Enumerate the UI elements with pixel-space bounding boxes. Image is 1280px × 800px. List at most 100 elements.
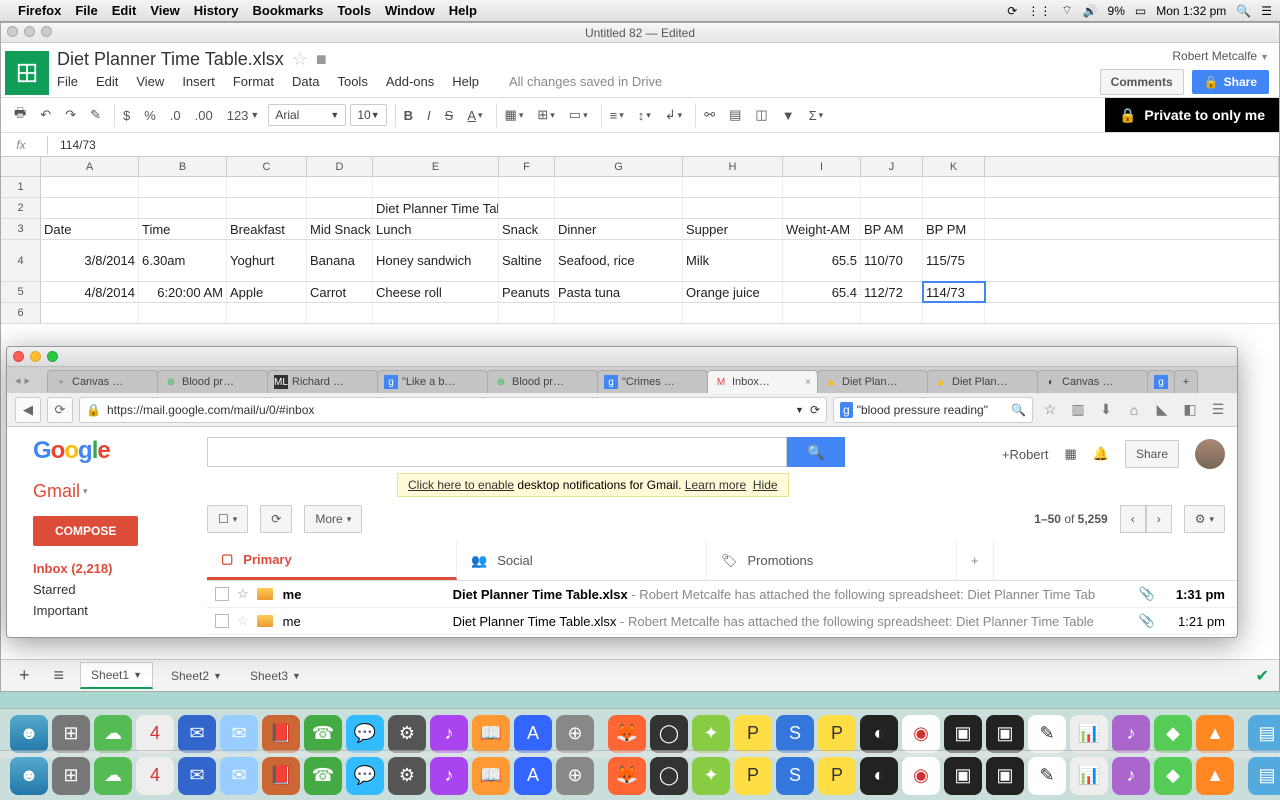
col-header[interactable]: C	[227, 157, 307, 176]
extension-icon[interactable]: ◧	[1179, 399, 1201, 421]
row-header[interactable]: 4	[1, 240, 41, 281]
dock-app-icon[interactable]: ◯	[650, 715, 688, 753]
halign-icon[interactable]: ≡▾	[601, 104, 629, 127]
home-icon[interactable]: ⌂	[1123, 399, 1145, 421]
textcolor-icon[interactable]: A▾	[462, 104, 487, 127]
hdr[interactable]: Mid Snack	[307, 219, 373, 239]
dock-app-icon[interactable]: ☎	[304, 715, 342, 753]
hdr[interactable]: Weight-AM	[783, 219, 861, 239]
hdr[interactable]: Supper	[683, 219, 783, 239]
nav-inbox[interactable]: Inbox (2,218)	[33, 558, 189, 579]
dock-app-icon[interactable]: ▤	[1248, 715, 1280, 753]
dock-app-icon[interactable]: 📕	[262, 757, 300, 795]
menubar-item[interactable]: View	[150, 3, 179, 18]
browser-tab[interactable]: ▲Diet Plan…	[927, 370, 1038, 393]
select-all-checkbox[interactable]: ☐ ▾	[207, 505, 248, 533]
avatar[interactable]	[1195, 439, 1225, 469]
hdr[interactable]: Time	[139, 219, 227, 239]
row-checkbox[interactable]	[215, 614, 229, 628]
merge-icon[interactable]: ▭▾	[564, 103, 593, 127]
cell[interactable]: 65.5	[783, 240, 861, 281]
tab-social[interactable]: 👥Social	[457, 541, 707, 580]
hdr[interactable]: BP AM	[861, 219, 923, 239]
cell[interactable]: Honey sandwich	[373, 240, 499, 281]
browser-tab[interactable]: ◐Canvas …	[1037, 370, 1148, 393]
sync-icon[interactable]: ⟳	[1007, 4, 1017, 18]
menubar-item[interactable]: History	[194, 3, 239, 18]
user-name[interactable]: Robert Metcalfe	[1172, 49, 1257, 63]
dock-app-icon[interactable]: ⊕	[556, 715, 594, 753]
dock-app-icon[interactable]: ✎	[1028, 715, 1066, 753]
menu-icon[interactable]: ☰	[1261, 4, 1272, 18]
dock-app-icon[interactable]: ▲	[1196, 715, 1234, 753]
comment-icon[interactable]: ▤	[724, 103, 746, 127]
star-icon[interactable]: ☆	[237, 586, 249, 602]
menubar-item[interactable]: Tools	[337, 3, 371, 18]
browser-search-input[interactable]: g"blood pressure reading"🔍	[833, 397, 1033, 423]
settings-button[interactable]: ⚙ ▾	[1184, 505, 1225, 533]
new-tab-button[interactable]: +	[1174, 370, 1198, 393]
cell[interactable]: Orange juice	[683, 282, 783, 302]
bold-icon[interactable]: B	[395, 104, 418, 127]
functions-icon[interactable]: Σ▾	[804, 104, 829, 127]
bluetooth-icon[interactable]: ⋮⋮	[1027, 4, 1051, 18]
dock-app-icon[interactable]: P	[734, 715, 772, 753]
col-header[interactable]: H	[683, 157, 783, 176]
sheet-tab[interactable]: Sheet3▼	[240, 664, 311, 688]
row-header[interactable]: 5	[1, 282, 41, 302]
chart-icon[interactable]: ◫	[750, 103, 772, 127]
italic-icon[interactable]: I	[422, 104, 436, 127]
cell[interactable]: Apple	[227, 282, 307, 302]
dock-app-icon[interactable]: ♪	[1112, 715, 1150, 753]
all-sheets-icon[interactable]: ≡	[46, 665, 73, 686]
valign-icon[interactable]: ↕▾	[633, 104, 656, 127]
dock-app-icon[interactable]: A	[514, 715, 552, 753]
dock-app-icon[interactable]: 📖	[472, 757, 510, 795]
dock-app-icon[interactable]: ☎	[304, 757, 342, 795]
gmail-label[interactable]: Gmail▾	[33, 481, 189, 502]
folder-icon[interactable]: ■	[316, 49, 327, 70]
menu-edit[interactable]: Edit	[96, 74, 118, 89]
row-header[interactable]: 6	[1, 303, 41, 323]
row-header[interactable]: 3	[1, 219, 41, 239]
more-button[interactable]: More ▾	[304, 505, 362, 533]
dock-app-icon[interactable]: ☁	[94, 757, 132, 795]
cell[interactable]: 115/75	[923, 240, 985, 281]
share-button[interactable]: 🔒Share	[1192, 70, 1269, 94]
cell[interactable]: 110/70	[861, 240, 923, 281]
dock-app-icon[interactable]: 📊	[1070, 715, 1108, 753]
hdr[interactable]: Date	[41, 219, 139, 239]
close-icon[interactable]	[13, 351, 24, 362]
dock-app-icon[interactable]: 📖	[472, 715, 510, 753]
col-header[interactable]: F	[499, 157, 555, 176]
dock-app-icon[interactable]: ♪	[430, 715, 468, 753]
sheet-tab[interactable]: Sheet1▼	[80, 662, 153, 689]
col-header[interactable]: B	[139, 157, 227, 176]
doc-title[interactable]: Diet Planner Time Table.xlsx	[57, 49, 284, 70]
dock-finder-icon[interactable]: ☻	[10, 715, 48, 753]
cell[interactable]: Cheese roll	[373, 282, 499, 302]
cell[interactable]: Seafood, rice	[555, 240, 683, 281]
learn-more-link[interactable]: Learn more	[685, 478, 746, 492]
prev-page-button[interactable]: ‹	[1120, 505, 1146, 533]
dock-app-icon[interactable]: ✎	[1028, 757, 1066, 795]
dock-app-icon[interactable]: ✉	[178, 715, 216, 753]
menubar-item[interactable]: Help	[449, 3, 477, 18]
hide-link[interactable]: Hide	[753, 478, 778, 492]
dock-app-icon[interactable]: ◉	[902, 757, 940, 795]
dock-app-icon[interactable]: 4	[136, 757, 174, 795]
print-icon[interactable]: 🖶	[9, 100, 31, 130]
dock-app-icon[interactable]: P	[818, 757, 856, 795]
paint-icon[interactable]: ✎	[85, 103, 106, 127]
dock-app-icon[interactable]: ⊞	[52, 757, 90, 795]
dock-app-icon[interactable]: A	[514, 757, 552, 795]
format-dec-plus[interactable]: .00	[190, 104, 218, 127]
star-icon[interactable]: ☆	[237, 613, 249, 629]
dock-app-icon[interactable]: ◆	[1154, 715, 1192, 753]
dock-app-icon[interactable]: ♪	[430, 757, 468, 795]
share-button[interactable]: Share	[1125, 440, 1179, 468]
close-tab-icon[interactable]: ×	[805, 377, 811, 388]
zoom-icon[interactable]	[41, 26, 52, 37]
hdr[interactable]: Snack	[499, 219, 555, 239]
menubar-item[interactable]: Edit	[112, 3, 137, 18]
